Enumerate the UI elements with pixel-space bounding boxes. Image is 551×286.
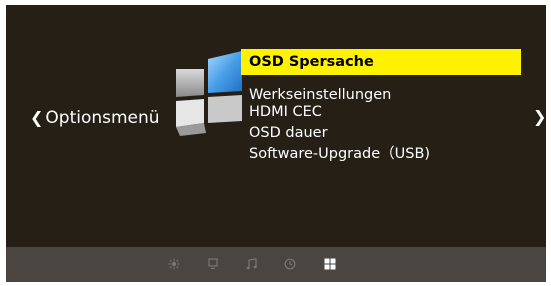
bottom-tab-bar bbox=[6, 247, 546, 282]
brightness-icon bbox=[168, 258, 180, 270]
music-note-icon bbox=[246, 258, 257, 270]
options-logo-icon bbox=[176, 51, 242, 136]
options-grid-icon bbox=[324, 258, 336, 270]
menu-item-osd-language[interactable]: OSD Spersache bbox=[241, 49, 521, 75]
options-menu-list: OSD Spersache Werkseinstellungen HDMI CE… bbox=[241, 49, 521, 167]
monitor-icon bbox=[208, 258, 218, 270]
clock-icon bbox=[284, 258, 296, 270]
menu-item-software-upgrade[interactable]: Software-Upgrade（USB) bbox=[241, 146, 521, 163]
menu-item-hdmi-cec[interactable]: HDMI CEC bbox=[241, 104, 521, 121]
tab-sound[interactable] bbox=[244, 256, 260, 272]
chevron-left-icon: ❮ bbox=[30, 108, 44, 127]
tab-options[interactable] bbox=[322, 256, 338, 272]
right-nav-button[interactable]: ❯ bbox=[533, 107, 546, 126]
tab-time[interactable] bbox=[282, 256, 298, 272]
left-nav-button[interactable]: ❮ Optionsmenü bbox=[30, 108, 160, 128]
menu-item-osd-duration[interactable]: OSD dauer bbox=[241, 125, 521, 142]
chevron-right-icon: ❯ bbox=[533, 107, 546, 126]
page-title: Optionsmenü bbox=[45, 108, 160, 128]
tab-picture[interactable] bbox=[166, 256, 182, 272]
tab-screen[interactable] bbox=[205, 256, 221, 272]
menu-item-factory-reset[interactable]: Werkseinstellungen bbox=[241, 87, 521, 104]
osd-screen: ❮ Optionsmenü OSD Spersache Werkseinstell… bbox=[6, 5, 546, 282]
